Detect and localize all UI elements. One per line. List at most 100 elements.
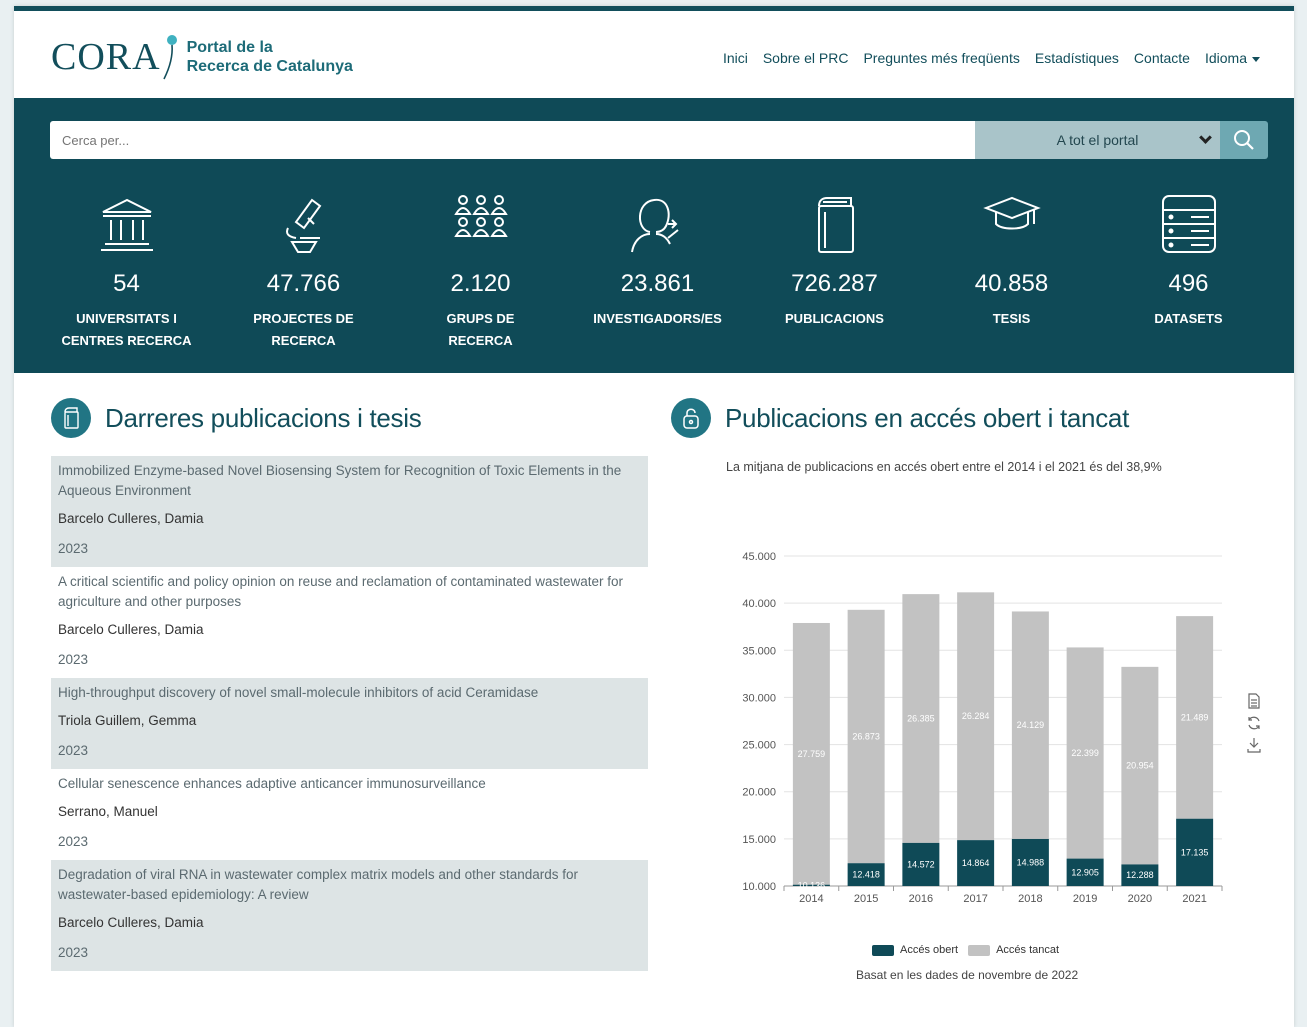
list-item[interactable]: Cellular senescence enhances adaptive an… xyxy=(51,769,648,860)
download-icon[interactable] xyxy=(1246,737,1262,753)
database-icon xyxy=(1161,195,1216,253)
nav-item-inici[interactable]: Inici xyxy=(723,50,748,66)
stat-publications[interactable]: 726.287 PUBLICACIONS xyxy=(746,190,923,352)
publication-title[interactable]: High-throughput discovery of novel small… xyxy=(58,683,641,703)
y-tick-label: 40.000 xyxy=(742,598,776,610)
language-dropdown[interactable]: Idioma xyxy=(1205,50,1260,66)
publication-author[interactable]: Triola Guillem, Gemma xyxy=(58,711,641,731)
data-label-closed: 26.284 xyxy=(962,711,990,721)
site-logo[interactable]: CORA Portal de la Recerca de Catalunya xyxy=(51,33,353,81)
x-tick-label: 2020 xyxy=(1128,893,1152,905)
site-header: CORA Portal de la Recerca de Catalunya I… xyxy=(14,11,1294,98)
y-tick-label: 10.000 xyxy=(742,881,776,893)
legend-label-closed[interactable]: Accés tancat xyxy=(996,944,1059,956)
x-tick-label: 2017 xyxy=(963,893,987,905)
stat-theses[interactable]: 40.858 TESIS xyxy=(923,190,1100,352)
open-lock-icon xyxy=(671,398,711,438)
page: CORA Portal de la Recerca de Catalunya I… xyxy=(14,6,1294,1027)
publications-title: Darreres publicacions i tesis xyxy=(105,402,422,433)
restore-icon[interactable] xyxy=(1246,715,1262,731)
publication-year: 2023 xyxy=(58,834,89,849)
x-tick-label: 2018 xyxy=(1018,893,1042,905)
x-tick-label: 2021 xyxy=(1182,893,1206,905)
data-view-icon[interactable] xyxy=(1246,693,1262,709)
search-button[interactable] xyxy=(1220,121,1268,159)
data-label-closed: 20.954 xyxy=(1126,761,1154,771)
publication-year: 2023 xyxy=(58,945,89,960)
publication-author[interactable]: Serrano, Manuel xyxy=(58,802,641,822)
nav-item-contacte[interactable]: Contacte xyxy=(1134,50,1190,66)
search-input[interactable] xyxy=(50,121,975,159)
publication-year: 2023 xyxy=(58,541,89,556)
publication-title[interactable]: Degradation of viral RNA in wastewater c… xyxy=(58,865,641,905)
x-tick-label: 2019 xyxy=(1073,893,1097,905)
x-tick-label: 2016 xyxy=(909,893,933,905)
data-label-open: 14.572 xyxy=(907,859,935,869)
stat-groups[interactable]: 2.120 GRUPS DE RECERCA xyxy=(392,190,569,352)
data-label-closed: 21.489 xyxy=(1181,712,1209,722)
logo-subtitle: Portal de la Recerca de Catalunya xyxy=(186,39,353,75)
stat-researchers[interactable]: 23.861 INVESTIGADORS/ES xyxy=(569,190,746,352)
list-item[interactable]: Degradation of viral RNA in wastewater c… xyxy=(51,860,648,971)
caret-down-icon xyxy=(1252,56,1260,62)
list-item[interactable]: Immobilized Enzyme-based Novel Biosensin… xyxy=(51,456,648,567)
nav-item-faq[interactable]: Preguntes més freqüents xyxy=(863,50,1019,66)
publication-author[interactable]: Barcelo Culleres, Damia xyxy=(58,509,641,529)
publications-heading: Darreres publicacions i tesis xyxy=(51,398,422,438)
chevron-down-icon xyxy=(1199,131,1212,144)
nav-item-sobre[interactable]: Sobre el PRC xyxy=(763,50,849,66)
data-label-open: 12.288 xyxy=(1126,870,1154,880)
search-bar: A tot el portal xyxy=(50,121,1268,159)
data-label-closed: 22.399 xyxy=(1071,748,1099,758)
stat-universities[interactable]: 54 UNIVERSITATS I CENTRES RECERCA xyxy=(38,190,215,352)
logo-pin-icon xyxy=(162,35,177,80)
nav-item-estadistiques[interactable]: Estadístiques xyxy=(1035,50,1119,66)
y-tick-label: 25.000 xyxy=(742,740,776,752)
stat-projects[interactable]: 47.766 PROJECTES DE RECERCA xyxy=(215,190,392,352)
list-item[interactable]: High-throughput discovery of novel small… xyxy=(51,678,648,769)
institution-icon xyxy=(100,198,153,251)
search-icon xyxy=(1234,130,1254,150)
y-tick-label: 15.000 xyxy=(742,834,776,846)
data-label-open: 10.136 xyxy=(798,880,826,890)
y-tick-label: 35.000 xyxy=(742,645,776,657)
publication-author[interactable]: Barcelo Culleres, Damia xyxy=(58,620,641,640)
data-label-closed: 27.759 xyxy=(798,749,826,759)
logo-wordmark: CORA xyxy=(51,36,161,78)
x-tick-label: 2014 xyxy=(799,893,823,905)
list-item[interactable]: A critical scientific and policy opinion… xyxy=(51,567,648,678)
publication-author[interactable]: Barcelo Culleres, Damia xyxy=(58,913,641,933)
access-subtitle: La mitjana de publicacions en accés ober… xyxy=(726,460,1162,474)
groups-icon xyxy=(453,195,508,237)
data-label-open: 14.864 xyxy=(962,858,990,868)
data-label-open: 12.418 xyxy=(852,870,880,880)
legend-label-open[interactable]: Accés obert xyxy=(900,944,958,956)
publication-title[interactable]: A critical scientific and policy opinion… xyxy=(58,572,641,612)
chart-legend: Accés obert Accés tancat xyxy=(872,944,1059,956)
y-tick-label: 45.000 xyxy=(742,551,776,563)
data-label-open: 14.988 xyxy=(1017,857,1045,867)
books-icon xyxy=(817,197,854,253)
x-tick-label: 2015 xyxy=(854,893,878,905)
stat-datasets[interactable]: 496 DATASETS xyxy=(1100,190,1277,352)
data-label-open: 12.905 xyxy=(1071,867,1099,877)
stats-banner: A tot el portal 54 xyxy=(14,98,1294,373)
publication-title[interactable]: Cellular senescence enhances adaptive an… xyxy=(58,774,641,794)
y-tick-label: 20.000 xyxy=(742,787,776,799)
publication-title[interactable]: Immobilized Enzyme-based Novel Biosensin… xyxy=(58,461,641,501)
graduation-cap-icon xyxy=(982,196,1041,230)
publication-year: 2023 xyxy=(58,652,89,667)
stats-row: 54 UNIVERSITATS I CENTRES RECERCA 47.766 … xyxy=(38,190,1278,352)
publications-list: Immobilized Enzyme-based Novel Biosensin… xyxy=(51,456,648,971)
chart-footnote: Basat en les dades de novembre de 2022 xyxy=(856,968,1079,982)
legend-swatch-open[interactable] xyxy=(872,944,894,956)
data-label-open: 17.135 xyxy=(1181,847,1209,857)
y-tick-label: 30.000 xyxy=(742,692,776,704)
access-heading: Publicacions en accés obert i tancat xyxy=(671,398,1129,438)
chart-toolbox xyxy=(1246,693,1262,753)
main-nav: Inici Sobre el PRC Preguntes més freqüen… xyxy=(723,50,1260,66)
microscope-icon xyxy=(285,198,321,253)
data-label-closed: 26.873 xyxy=(852,732,880,742)
search-scope-select[interactable]: A tot el portal xyxy=(975,121,1220,159)
legend-swatch-closed[interactable] xyxy=(968,944,991,956)
